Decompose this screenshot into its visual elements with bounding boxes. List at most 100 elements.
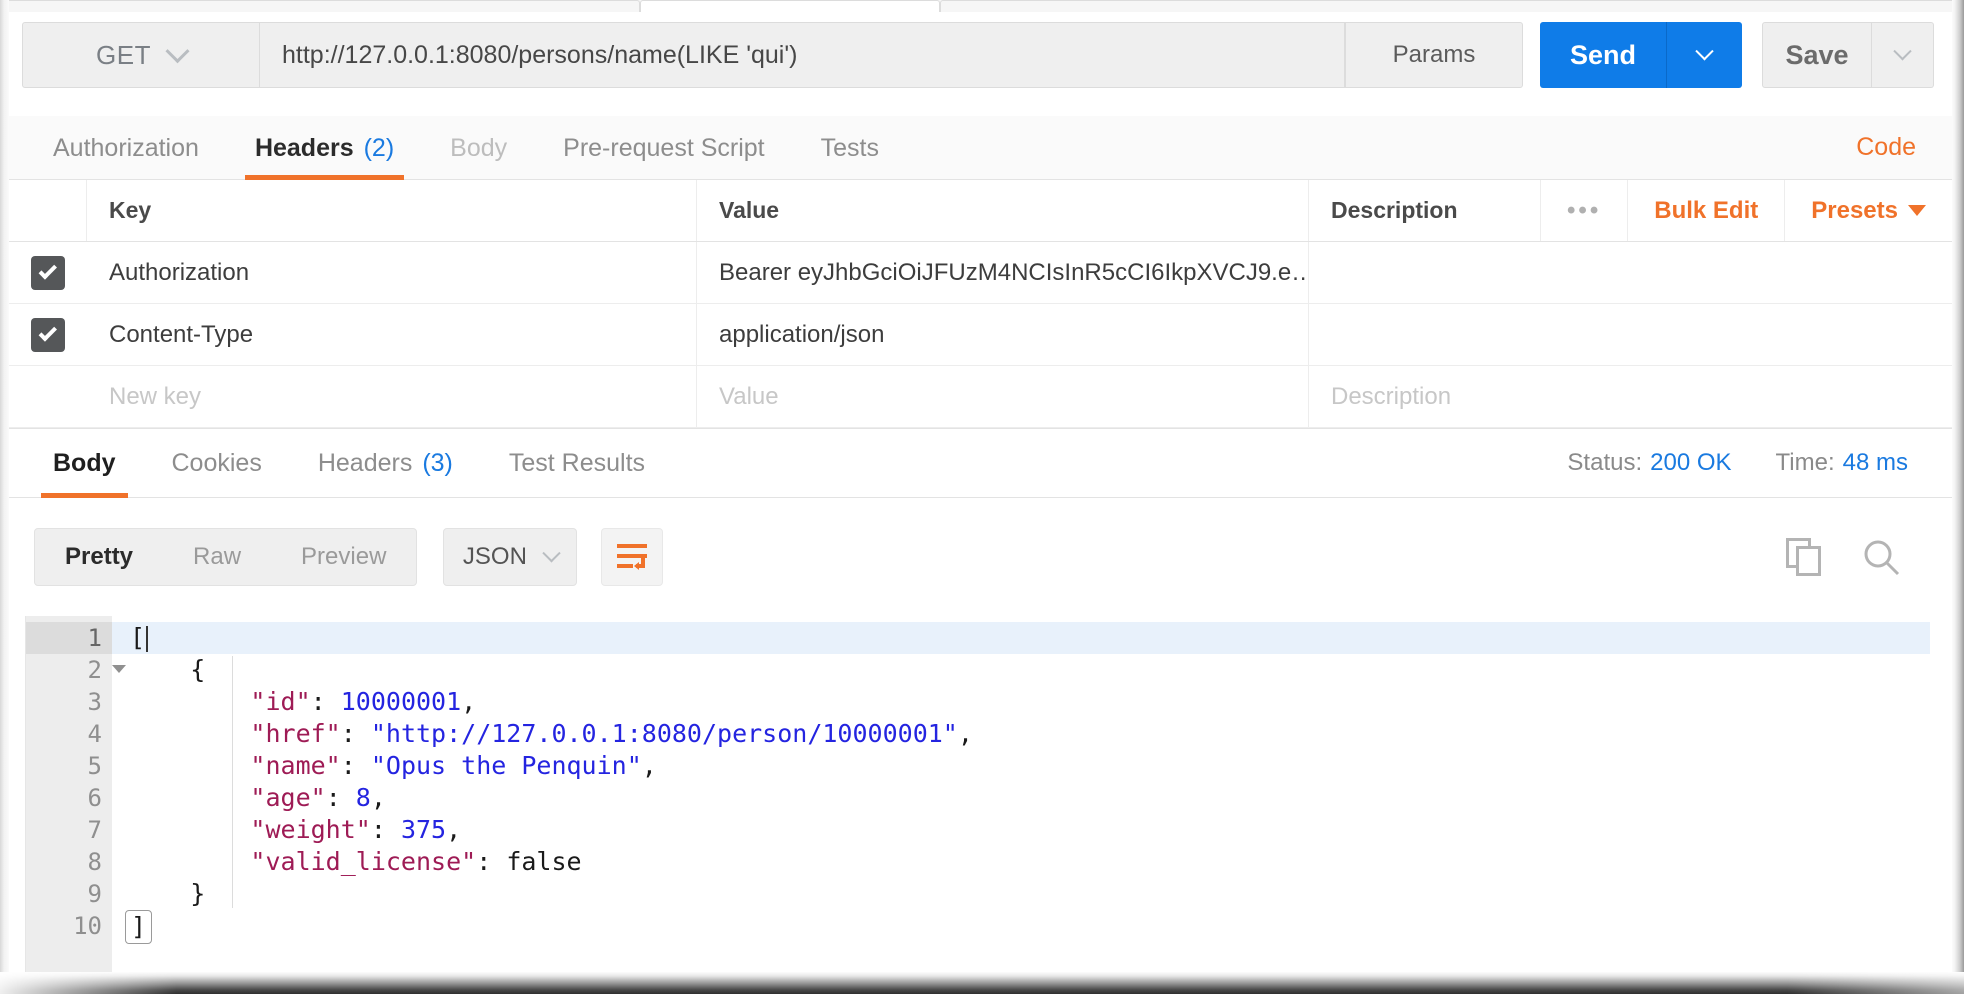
- code-line: [: [112, 622, 1930, 654]
- code-line: }: [130, 878, 1930, 910]
- code-token: ,: [370, 783, 386, 812]
- tab-headers[interactable]: Headers (2): [227, 116, 422, 180]
- table-row-empty: New key Value Description: [9, 366, 1952, 428]
- chevron-down-icon: [1695, 41, 1714, 60]
- http-method-label: GET: [96, 39, 151, 70]
- response-tab-test-results[interactable]: Test Results: [481, 428, 673, 498]
- word-wrap-button[interactable]: [601, 528, 664, 586]
- header-description-input[interactable]: [1309, 304, 1952, 365]
- response-tab-bar: Body Cookies Headers (3) Test Results St…: [9, 428, 1952, 498]
- code-line: "href": "http://127.0.0.1:8080/person/10…: [130, 718, 1930, 750]
- view-mode-pretty[interactable]: Pretty: [35, 529, 163, 585]
- view-mode-raw[interactable]: Raw: [163, 529, 271, 585]
- line-number: 7: [87, 816, 102, 844]
- code-token: :: [476, 847, 507, 876]
- tab-label: Headers: [317, 448, 413, 477]
- tab-label: Body: [53, 448, 116, 477]
- code-token: "valid_license": [250, 847, 477, 876]
- code-link[interactable]: Code: [1856, 133, 1916, 162]
- header-tools: ••• Bulk Edit Presets: [1540, 180, 1952, 241]
- time-badge: Time: 48 ms: [1776, 449, 1908, 477]
- tab-label: Pre-request Script: [563, 133, 765, 162]
- response-body-toolbar: Pretty Raw Preview JSON: [9, 498, 1952, 616]
- check-icon: [38, 261, 57, 280]
- tab-pre-request-script[interactable]: Pre-request Script: [535, 116, 792, 180]
- table-row: Content-Type application/json: [9, 304, 1952, 366]
- code-token: [: [130, 623, 146, 652]
- header-enabled-checkbox[interactable]: [31, 255, 65, 290]
- line-number: 1: [26, 622, 126, 654]
- save-options-button[interactable]: [1872, 22, 1934, 88]
- line-number: 2: [26, 654, 126, 686]
- response-tab-body[interactable]: Body: [25, 428, 144, 498]
- send-options-button[interactable]: [1666, 22, 1742, 88]
- response-tab-cookies[interactable]: Cookies: [144, 428, 290, 498]
- window-edge-right: [1952, 0, 1964, 994]
- header-enabled-checkbox[interactable]: [31, 317, 65, 352]
- code-token: ,: [641, 751, 657, 780]
- view-mode-segmented-control: Pretty Raw Preview: [34, 528, 418, 586]
- response-tabs-list: Body Cookies Headers (3) Test Results: [9, 428, 673, 498]
- line-number: 8: [87, 848, 102, 876]
- header-key-input[interactable]: Content-Type: [87, 304, 697, 365]
- tab-ghost-right: [940, 0, 1964, 12]
- response-format-selector[interactable]: JSON: [443, 528, 578, 586]
- line-number: 10: [73, 912, 102, 940]
- header-key-input[interactable]: Authorization: [87, 242, 697, 303]
- code-token: :: [370, 815, 401, 844]
- code-line: "name": "Opus the Penquin",: [130, 750, 1930, 782]
- tab-tests[interactable]: Tests: [793, 116, 907, 180]
- save-button-group: Save: [1762, 22, 1934, 88]
- tab-ghost-active: [640, 0, 940, 12]
- response-format-label: JSON: [462, 543, 527, 570]
- tab-authorization[interactable]: Authorization: [25, 116, 227, 180]
- code-token: 8: [355, 783, 371, 812]
- code-token: ,: [446, 815, 462, 844]
- tab-label: Test Results: [508, 448, 646, 477]
- code-token: {: [190, 655, 206, 684]
- window-tab-strip: [0, 0, 1964, 12]
- tab-body[interactable]: Body: [422, 116, 535, 180]
- code-token: :: [340, 751, 371, 780]
- code-line: "id": 10000001,: [130, 686, 1930, 718]
- code-line: {: [130, 654, 1930, 686]
- save-button[interactable]: Save: [1762, 22, 1872, 88]
- line-number: 3: [87, 688, 102, 716]
- line-number: 4: [87, 720, 102, 748]
- code-token: ]: [125, 910, 153, 944]
- send-button[interactable]: Send: [1540, 22, 1666, 88]
- code-token: :: [325, 783, 356, 812]
- search-button[interactable]: [1862, 538, 1900, 576]
- column-description: Description ••• Bulk Edit Presets: [1309, 180, 1952, 241]
- params-button[interactable]: Params: [1345, 22, 1523, 88]
- code-line: ]: [125, 910, 1930, 944]
- status-label: Status:: [1567, 449, 1643, 476]
- request-url-bar: GET http://127.0.0.1:8080/persons/name(L…: [22, 22, 1934, 88]
- bulk-edit-button[interactable]: Bulk Edit: [1627, 180, 1784, 241]
- code-token: "weight": [250, 815, 371, 844]
- response-tool-icons: [1786, 538, 1900, 576]
- new-header-key-input[interactable]: New key: [87, 366, 697, 427]
- response-body-code[interactable]: [ { "id": 10000001, "href": "http://127.…: [112, 616, 1930, 972]
- header-value-input[interactable]: application/json: [697, 304, 1309, 365]
- tab-label: Headers: [254, 133, 354, 162]
- window-edge-left: [0, 0, 9, 994]
- more-options-icon[interactable]: •••: [1540, 180, 1627, 241]
- tab-label: Authorization: [53, 133, 199, 162]
- new-header-description-input[interactable]: Description: [1309, 366, 1952, 427]
- http-method-selector[interactable]: GET: [22, 22, 260, 88]
- copy-button[interactable]: [1786, 538, 1822, 576]
- url-input[interactable]: http://127.0.0.1:8080/persons/name(LIKE …: [260, 22, 1345, 88]
- header-value-input[interactable]: Bearer eyJhbGciOiJFUzM4NCIsInR5cCI6IkpXV…: [697, 242, 1309, 303]
- presets-label: Presets: [1811, 196, 1898, 224]
- line-number: 5: [87, 752, 102, 780]
- presets-button[interactable]: Presets: [1784, 180, 1952, 241]
- view-mode-preview[interactable]: Preview: [271, 529, 416, 585]
- line-number: 9: [87, 880, 102, 908]
- column-value: Value: [697, 180, 1309, 241]
- header-description-input[interactable]: [1309, 242, 1952, 303]
- row-checkbox-cell: [9, 366, 87, 427]
- response-body-viewer[interactable]: 1 2 3 4 5 6 7 8 9 10 [ { "id": 10000001, "href": …: [25, 616, 1930, 972]
- new-header-value-input[interactable]: Value: [697, 366, 1309, 427]
- response-tab-headers[interactable]: Headers (3): [290, 428, 481, 498]
